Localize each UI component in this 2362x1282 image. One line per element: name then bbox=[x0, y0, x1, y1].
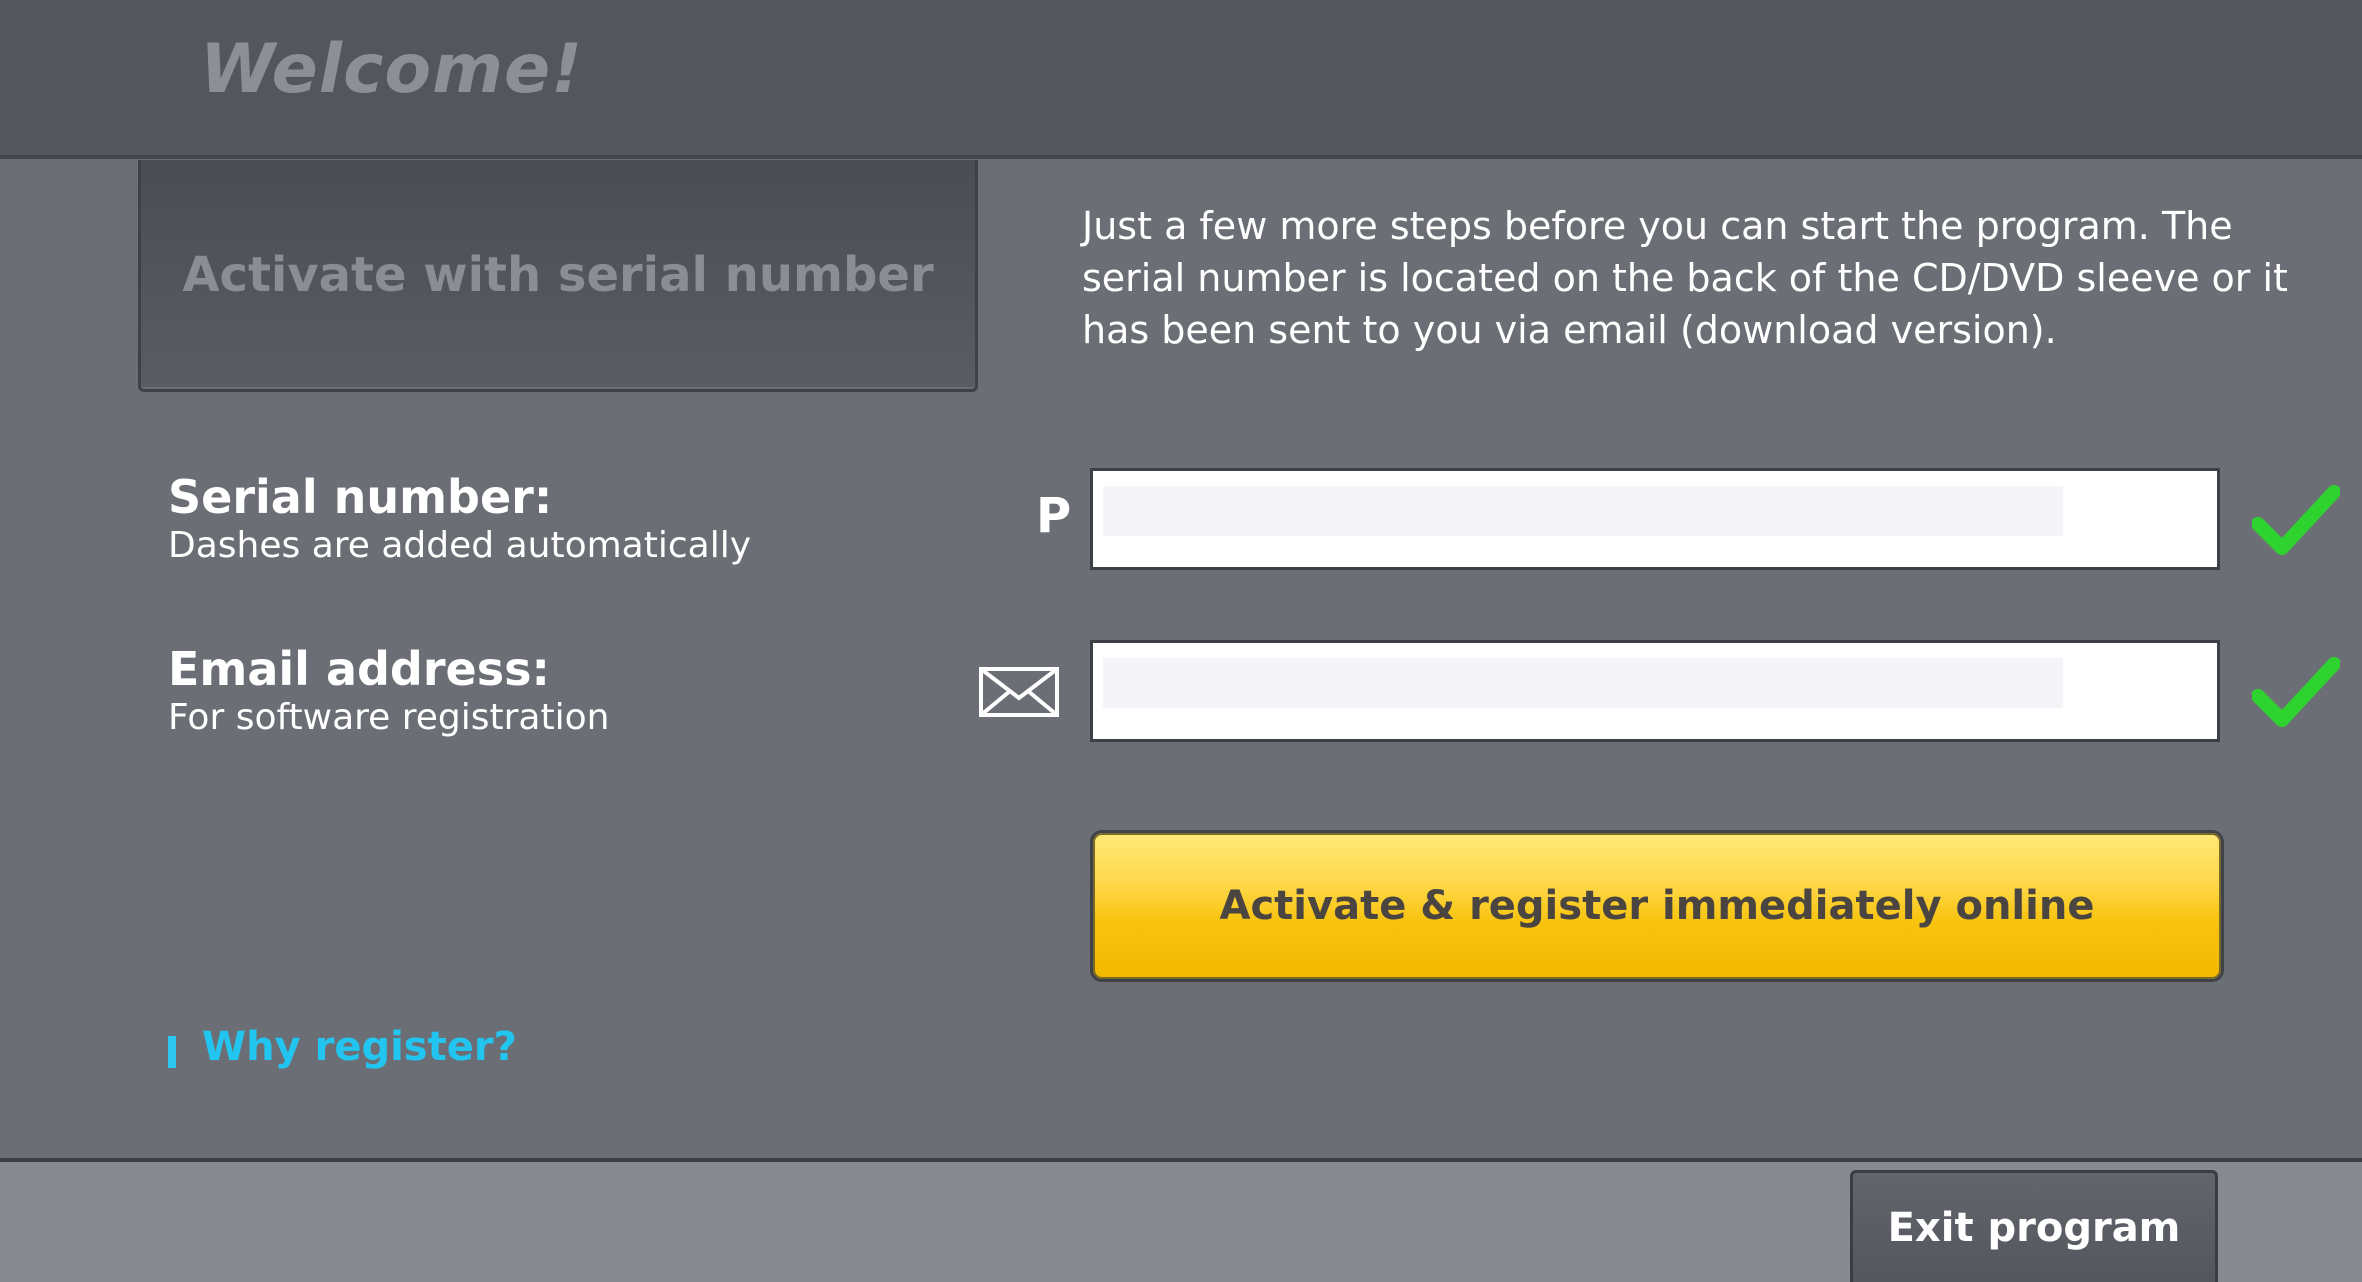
serial-number-input[interactable] bbox=[1103, 486, 2063, 536]
envelope-icon bbox=[979, 667, 1059, 717]
email-field-box bbox=[1090, 640, 2220, 742]
p-letter-icon: P bbox=[1036, 488, 1072, 544]
exit-program-button[interactable]: Exit program bbox=[1850, 1170, 2218, 1282]
serial-field-box bbox=[1090, 468, 2220, 570]
intro-text: Just a few more steps before you can sta… bbox=[1082, 204, 2288, 352]
email-checkmark-icon bbox=[2252, 657, 2340, 727]
why-register-link[interactable]: Why register? bbox=[202, 1024, 517, 1070]
exit-program-label: Exit program bbox=[1887, 1204, 2181, 1251]
activate-register-label: Activate & register immediately online bbox=[1219, 883, 2095, 929]
serial-checkmark-icon bbox=[2252, 485, 2340, 555]
tab-activate-serial[interactable]: Activate with serial number bbox=[138, 160, 978, 392]
activate-register-button[interactable]: Activate & register immediately online bbox=[1090, 830, 2224, 982]
email-hint: For software registration bbox=[168, 697, 610, 738]
page-title: Welcome! bbox=[200, 30, 584, 109]
email-label: Email address: bbox=[168, 642, 550, 696]
serial-label: Serial number: bbox=[168, 470, 553, 524]
header-bar: Welcome! bbox=[0, 0, 2362, 159]
link-bullet bbox=[168, 1036, 176, 1068]
serial-label-group: Serial number: Dashes are added automati… bbox=[168, 470, 751, 568]
tab-label: Activate with serial number bbox=[182, 246, 934, 303]
email-label-group: Email address: For software registration bbox=[168, 642, 609, 740]
serial-hint: Dashes are added automatically bbox=[168, 525, 751, 566]
email-input[interactable] bbox=[1103, 658, 2063, 708]
